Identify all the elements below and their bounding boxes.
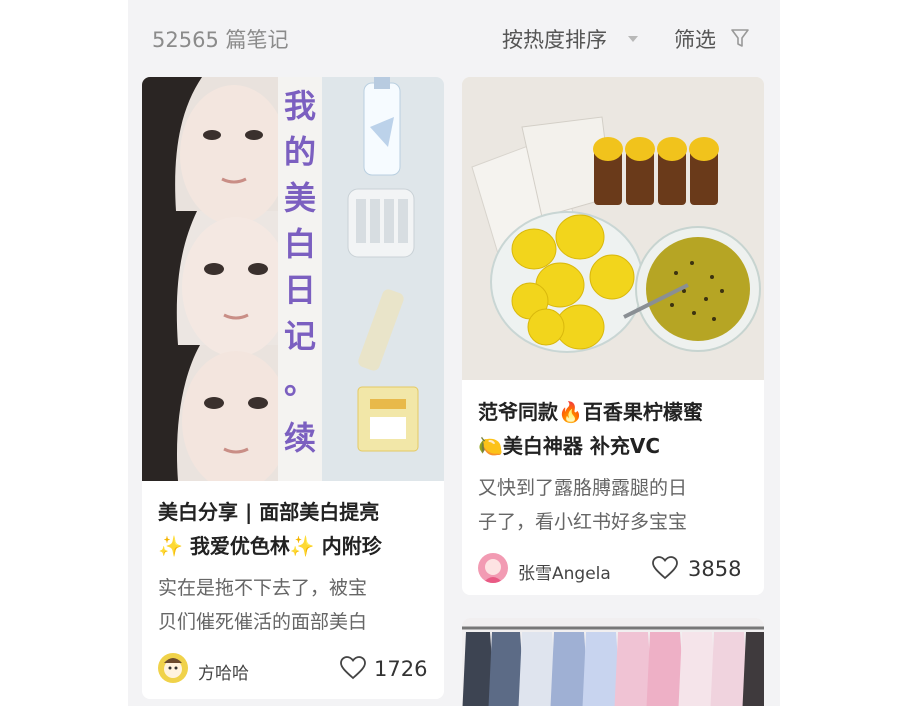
cover-image[interactable] (462, 77, 764, 380)
card-title-line[interactable]: 美白分享 | 面部美白提亮 (158, 495, 434, 529)
heart-outline-icon[interactable] (340, 656, 366, 680)
card-title-line[interactable]: 范爷同款🔥百香果柠檬蜜 (478, 395, 754, 429)
card-description-line: 实在是拖不下去了，被宝 (158, 577, 368, 599)
note-count: 52565 篇笔记 (152, 28, 289, 52)
note-card[interactable]: 我 的 美 白 日 记 。 续 美白分享 | 面部美白提亮 ✨ 我爱优色林✨ 内… (142, 77, 444, 699)
svg-text:白: 白 (284, 225, 316, 263)
svg-text:我: 我 (284, 87, 316, 125)
card-description-line: 又快到了露胳膊露腿的日 (478, 477, 688, 499)
card-title-line[interactable]: 🍋美白神器 补充VC (478, 429, 754, 463)
avatar[interactable] (158, 653, 188, 683)
cover-photo (462, 77, 764, 380)
svg-text:。: 。 (284, 363, 316, 401)
author-name[interactable]: 张雪Angela (518, 559, 611, 584)
like-count: 3858 (688, 557, 742, 581)
svg-text:记: 记 (284, 317, 316, 355)
note-card[interactable] (462, 618, 764, 706)
author-name[interactable]: 方哈哈 (198, 659, 249, 684)
sort-button[interactable]: 按热度排序 (502, 24, 607, 54)
feed-screen: 52565 篇笔记 按热度排序 筛选 我 的 美 白 日 记 。 续 美白分享 … (128, 0, 780, 706)
card-title-line[interactable]: ✨ 我爱优色林✨ 内附珍 (158, 529, 434, 563)
svg-text:日: 日 (284, 271, 316, 309)
feed-toolbar: 52565 篇笔记 按热度排序 筛选 (128, 0, 780, 78)
svg-text:续: 续 (284, 419, 316, 457)
svg-text:美: 美 (284, 179, 316, 217)
like-count: 1726 (374, 657, 428, 681)
cover-collage: 我 的 美 白 日 记 。 续 (142, 77, 444, 491)
funnel-icon[interactable] (730, 27, 750, 49)
caret-down-icon[interactable] (628, 36, 638, 42)
cover-image[interactable]: 我 的 美 白 日 记 。 续 (142, 77, 444, 491)
card-description-line: 子了，看小红书好多宝宝 (478, 511, 688, 533)
note-card[interactable]: 范爷同款🔥百香果柠檬蜜 🍋美白神器 补充VC 又快到了露胳膊露腿的日 子了，看小… (462, 77, 764, 595)
svg-text:的: 的 (284, 133, 316, 171)
heart-outline-icon[interactable] (652, 556, 678, 580)
filter-button[interactable]: 筛选 (674, 24, 716, 54)
avatar[interactable] (478, 553, 508, 583)
card-description-line: 贝们催死催活的面部美白 (158, 611, 368, 633)
cover-image[interactable] (462, 618, 764, 706)
